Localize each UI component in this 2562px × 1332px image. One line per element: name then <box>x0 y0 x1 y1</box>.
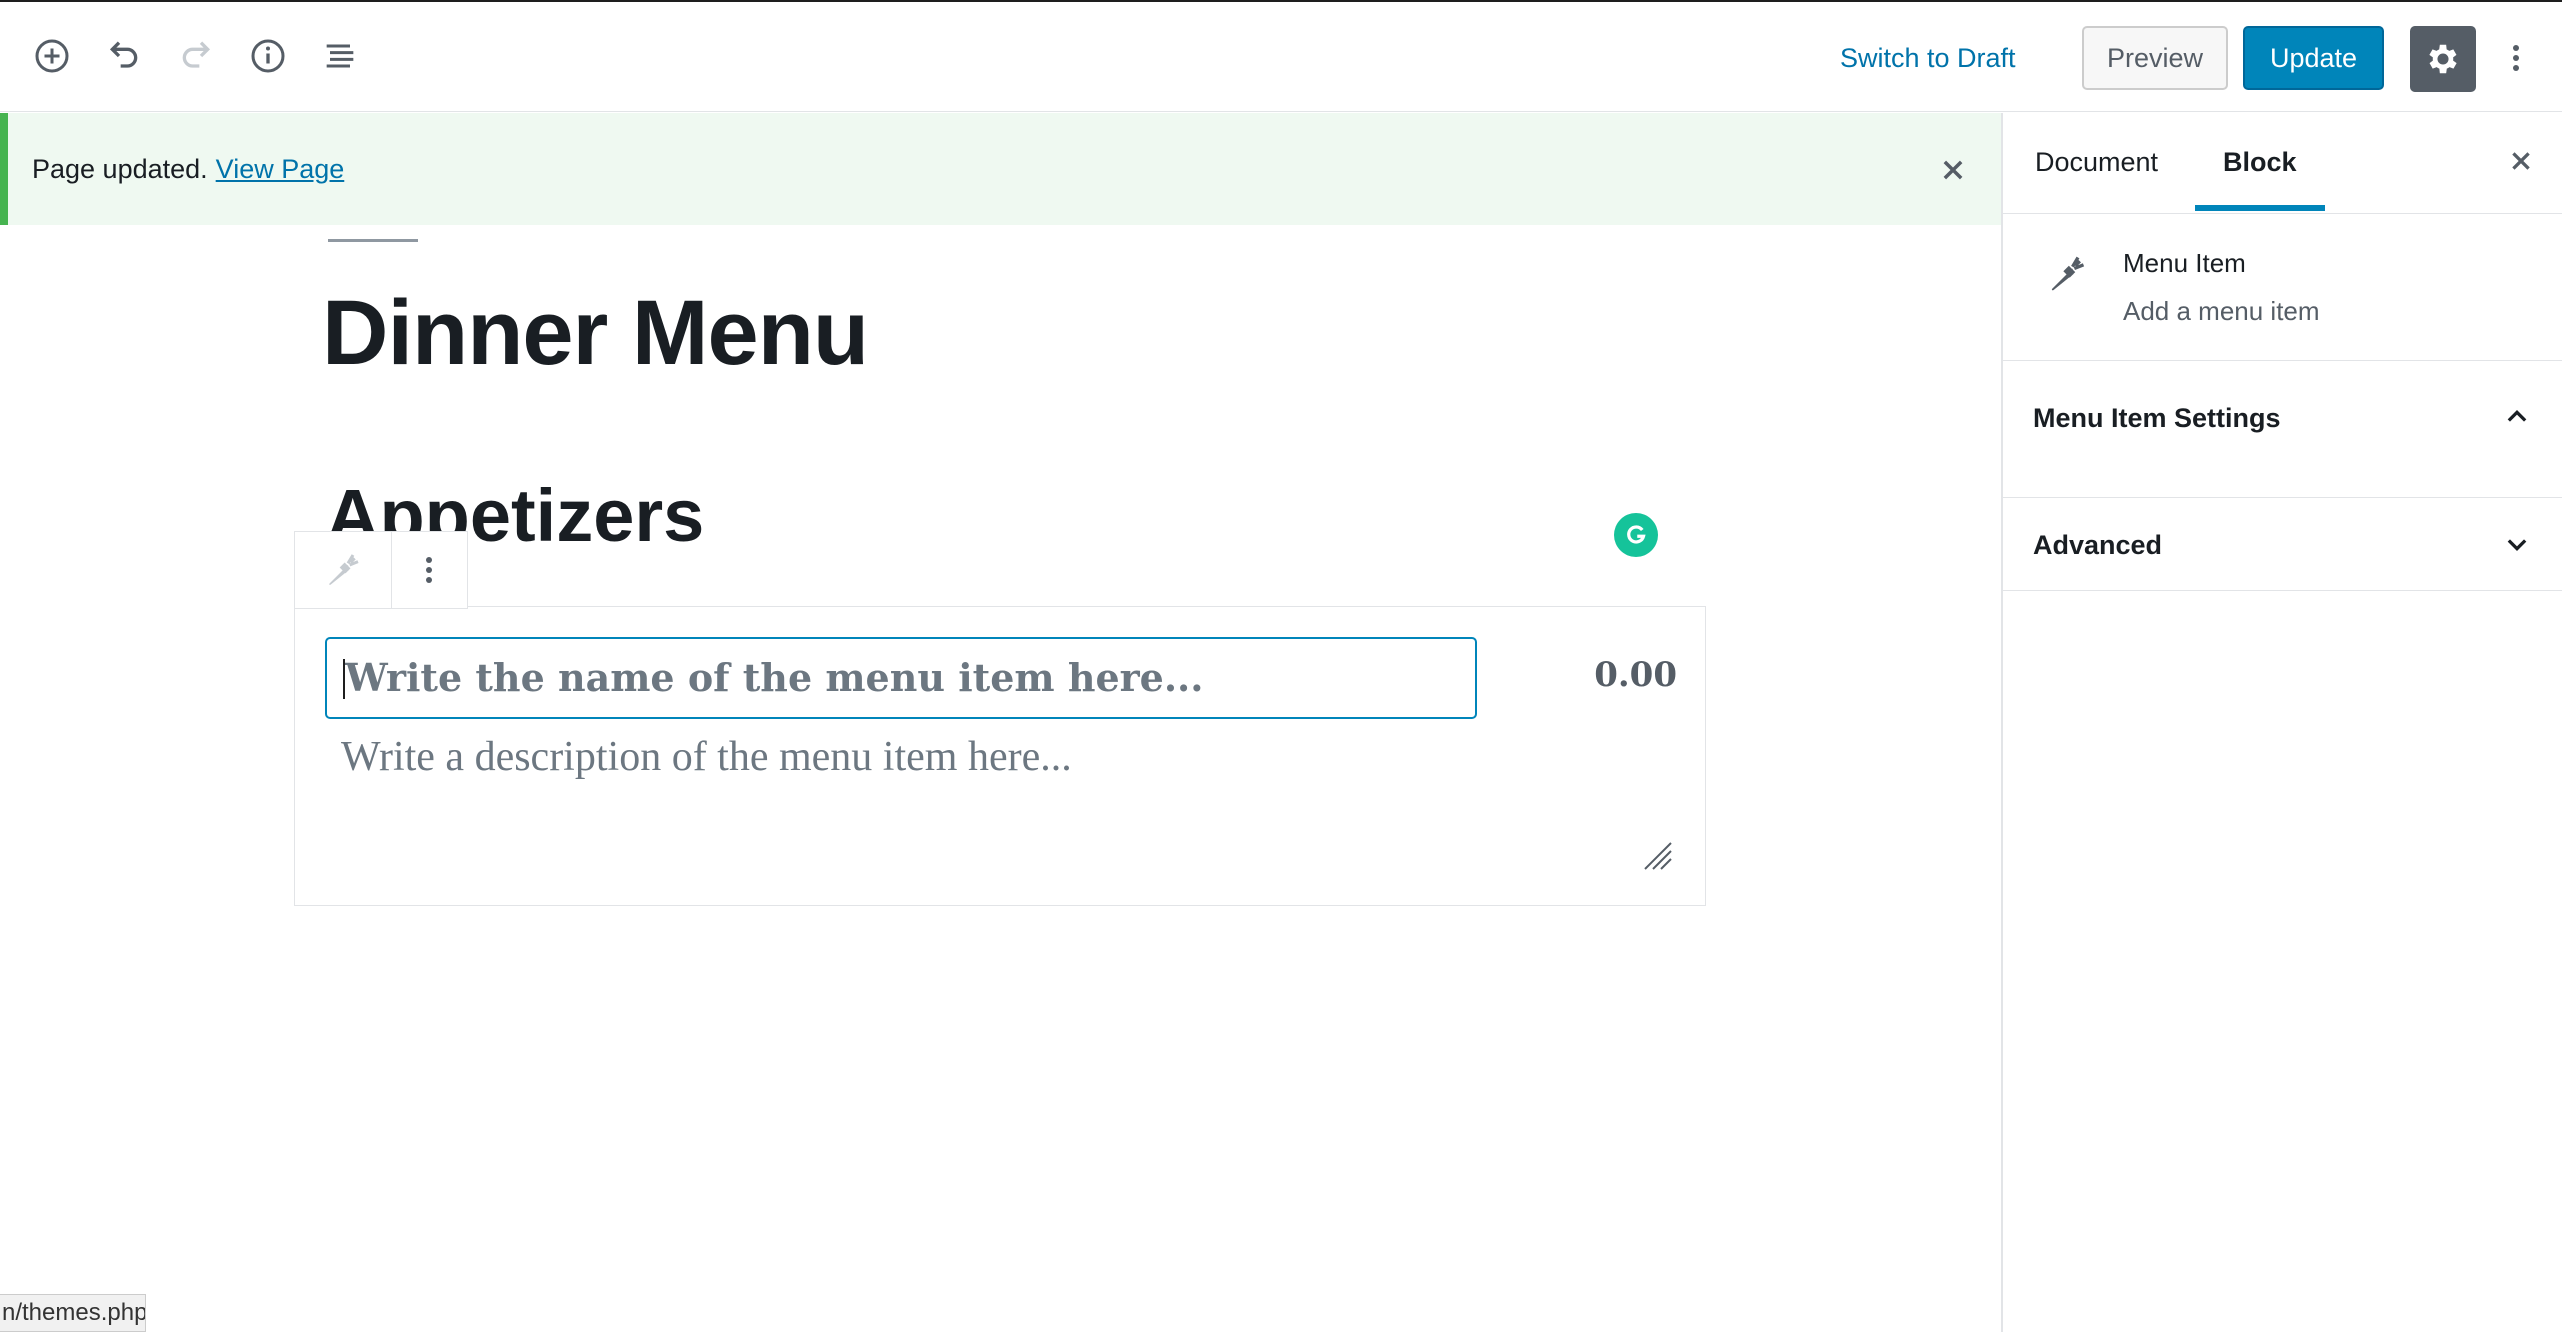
block-card-description: Add a menu item <box>2123 296 2320 326</box>
active-tab-indicator <box>2195 205 2325 211</box>
close-icon <box>1943 160 1963 180</box>
block-toolbar <box>294 531 468 609</box>
block-type-button[interactable] <box>295 532 392 608</box>
close-icon <box>2512 152 2530 170</box>
redo-button[interactable] <box>172 30 220 82</box>
carrot-icon <box>2051 256 2085 291</box>
editor-header: Switch to Draft Preview Update <box>0 0 2562 112</box>
block-card-title: Menu Item <box>2123 248 2246 278</box>
info-icon <box>251 39 285 73</box>
info-button[interactable] <box>244 30 292 82</box>
block-card: Menu Item Add a menu item <box>2003 214 2562 361</box>
view-page-link[interactable]: View Page <box>216 154 345 184</box>
title-separator <box>328 239 418 242</box>
carrot-icon <box>329 554 359 585</box>
grammarly-button[interactable] <box>1614 513 1658 557</box>
post-title[interactable]: Dinner Menu <box>322 281 869 386</box>
grammarly-icon <box>1627 525 1646 544</box>
gear-icon <box>2429 44 2457 74</box>
dismiss-notice-button[interactable] <box>1935 152 1971 188</box>
panel-advanced: Advanced <box>2003 498 2562 591</box>
menu-item-price-input[interactable]: 0.00 <box>1577 645 1677 705</box>
menu-item-name-placeholder: Write the name of the menu item here... <box>345 655 1204 700</box>
menu-item-name-input[interactable]: Write the name of the menu item here... <box>325 637 1477 719</box>
block-more-options-button[interactable] <box>391 532 467 608</box>
tab-block[interactable]: Block <box>2223 113 2297 211</box>
settings-sidebar: Document Block Menu Item Add a menu item… <box>2001 113 2562 1332</box>
menu-item-block: Write the name of the menu item here... … <box>294 606 1706 906</box>
editor-canvas: Dinner Menu Appetizers Write the name of… <box>0 225 2001 1332</box>
vertical-ellipsis-icon <box>426 557 432 583</box>
menu-item-description-input[interactable]: Write a description of the menu item her… <box>341 733 1072 781</box>
close-sidebar-button[interactable] <box>2503 143 2539 179</box>
more-tools-button[interactable] <box>2498 30 2534 86</box>
plus-circle-icon <box>35 39 69 73</box>
undo-button[interactable] <box>100 30 148 82</box>
notice-text: Page updated. <box>32 154 208 184</box>
panel-menu-item-settings-toggle[interactable]: Menu Item Settings <box>2033 403 2281 434</box>
vertical-ellipsis-icon <box>2513 45 2519 71</box>
redo-icon <box>182 41 211 68</box>
notice-message: Page updated. View Page <box>32 113 344 225</box>
update-button[interactable]: Update <box>2243 26 2384 90</box>
block-card-icon <box>2043 250 2091 298</box>
add-block-button[interactable] <box>28 30 76 82</box>
panel-advanced-toggle[interactable]: Advanced <box>2033 530 2162 561</box>
preview-button[interactable]: Preview <box>2082 26 2228 90</box>
text-caret <box>343 659 345 699</box>
settings-button[interactable] <box>2410 26 2476 92</box>
panel-menu-item-settings: Menu Item Settings <box>2003 361 2562 498</box>
undo-icon <box>109 41 138 68</box>
chevron-down-icon[interactable] <box>2499 526 2535 562</box>
page-updated-notice: Page updated. View Page <box>0 113 2001 225</box>
sidebar-tabs: Document Block <box>2003 113 2562 214</box>
tab-document[interactable]: Document <box>2035 113 2158 211</box>
resize-handle[interactable] <box>1641 839 1673 871</box>
block-navigation-button[interactable] <box>316 30 364 82</box>
resize-grip-icon <box>1644 842 1672 870</box>
list-icon <box>326 44 354 68</box>
switch-to-draft-button[interactable]: Switch to Draft <box>1840 38 2016 78</box>
chevron-up-icon[interactable] <box>2499 399 2535 435</box>
status-bar-url: n/themes.php <box>0 1294 146 1332</box>
